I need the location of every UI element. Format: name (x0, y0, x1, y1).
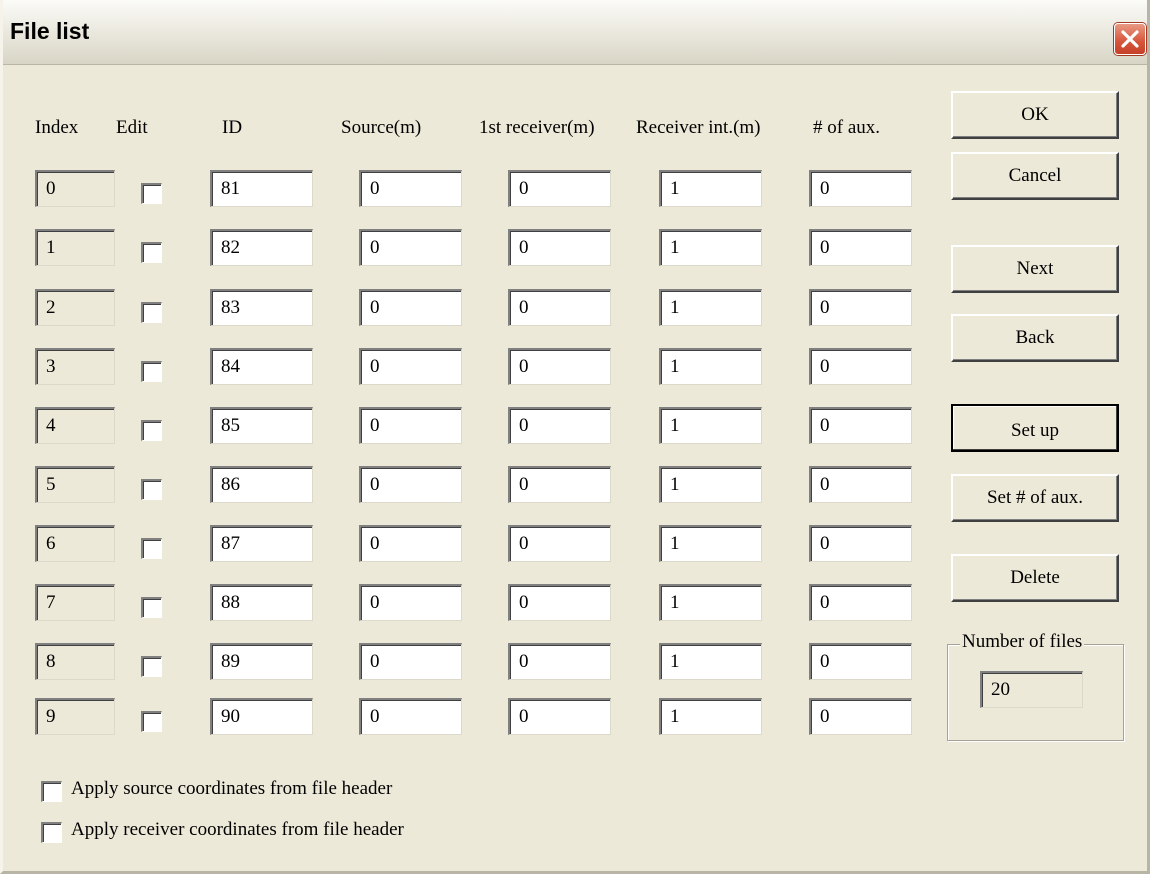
title-bar: File list (3, 0, 1147, 65)
index-field: 9 (35, 698, 115, 735)
id-field[interactable]: 83 (210, 289, 313, 326)
id-field[interactable]: 89 (210, 643, 313, 680)
setup-button[interactable]: Set up (951, 404, 1119, 452)
aux-field[interactable]: 0 (809, 348, 912, 385)
header-first-receiver: 1st receiver(m) (479, 117, 595, 138)
receiver-int-field[interactable]: 1 (659, 584, 762, 621)
receiver-int-field[interactable]: 1 (659, 698, 762, 735)
first-receiver-field[interactable]: 0 (508, 525, 611, 562)
edit-checkbox[interactable] (141, 183, 162, 204)
first-receiver-field[interactable]: 0 (508, 643, 611, 680)
first-receiver-field[interactable]: 0 (508, 407, 611, 444)
aux-field[interactable]: 0 (809, 525, 912, 562)
header-source: Source(m) (341, 117, 422, 138)
receiver-int-field[interactable]: 1 (659, 407, 762, 444)
aux-field[interactable]: 0 (809, 584, 912, 621)
id-field[interactable]: 85 (210, 407, 313, 444)
close-button[interactable] (1114, 23, 1146, 55)
file-list-dialog: File list Index Edit ID Source(m) 1st re… (0, 0, 1150, 874)
first-receiver-field[interactable]: 0 (508, 466, 611, 503)
header-aux: # of aux. (813, 117, 881, 138)
index-field: 2 (35, 289, 115, 326)
first-receiver-field[interactable]: 0 (508, 348, 611, 385)
apply-receiver-label[interactable]: Apply receiver coordinates from file hea… (71, 819, 404, 841)
next-button[interactable]: Next (951, 245, 1119, 293)
source-field[interactable]: 0 (359, 525, 462, 562)
first-receiver-field[interactable]: 0 (508, 170, 611, 207)
delete-button[interactable]: Delete (951, 554, 1119, 602)
window-title: File list (10, 18, 90, 44)
receiver-int-field[interactable]: 1 (659, 170, 762, 207)
source-field[interactable]: 0 (359, 289, 462, 326)
index-field: 3 (35, 348, 115, 385)
edit-checkbox[interactable] (141, 361, 162, 382)
id-field[interactable]: 88 (210, 584, 313, 621)
source-field[interactable]: 0 (359, 348, 462, 385)
aux-field[interactable]: 0 (809, 698, 912, 735)
aux-field[interactable]: 0 (809, 466, 912, 503)
index-field: 8 (35, 643, 115, 680)
edit-checkbox[interactable] (141, 479, 162, 500)
receiver-int-field[interactable]: 1 (659, 229, 762, 266)
close-icon (1121, 30, 1139, 48)
id-field[interactable]: 87 (210, 525, 313, 562)
index-field: 6 (35, 525, 115, 562)
id-field[interactable]: 81 (210, 170, 313, 207)
edit-checkbox[interactable] (141, 538, 162, 559)
source-field[interactable]: 0 (359, 698, 462, 735)
set-aux-button[interactable]: Set # of aux. (951, 474, 1119, 522)
first-receiver-field[interactable]: 0 (508, 584, 611, 621)
aux-field[interactable]: 0 (809, 289, 912, 326)
edit-checkbox[interactable] (141, 656, 162, 677)
index-field: 4 (35, 407, 115, 444)
index-field: 1 (35, 229, 115, 266)
id-field[interactable]: 90 (210, 698, 313, 735)
first-receiver-field[interactable]: 0 (508, 229, 611, 266)
header-receiver-int: Receiver int.(m) (636, 117, 761, 138)
number-of-files-field: 20 (980, 671, 1083, 708)
receiver-int-field[interactable]: 1 (659, 289, 762, 326)
source-field[interactable]: 0 (359, 407, 462, 444)
index-field: 7 (35, 584, 115, 621)
edit-checkbox[interactable] (141, 597, 162, 618)
back-button[interactable]: Back (951, 314, 1119, 362)
header-index: Index (35, 117, 79, 138)
receiver-int-field[interactable]: 1 (659, 466, 762, 503)
receiver-int-field[interactable]: 1 (659, 643, 762, 680)
index-field: 5 (35, 466, 115, 503)
source-field[interactable]: 0 (359, 466, 462, 503)
source-field[interactable]: 0 (359, 229, 462, 266)
ok-button[interactable]: OK (951, 91, 1119, 139)
edit-checkbox[interactable] (141, 242, 162, 263)
aux-field[interactable]: 0 (809, 229, 912, 266)
receiver-int-field[interactable]: 1 (659, 525, 762, 562)
first-receiver-field[interactable]: 0 (508, 289, 611, 326)
first-receiver-field[interactable]: 0 (508, 698, 611, 735)
apply-source-label[interactable]: Apply source coordinates from file heade… (71, 778, 392, 800)
source-field[interactable]: 0 (359, 643, 462, 680)
header-id: ID (222, 117, 243, 138)
id-field[interactable]: 84 (210, 348, 313, 385)
aux-field[interactable]: 0 (809, 170, 912, 207)
cancel-button[interactable]: Cancel (951, 152, 1119, 200)
index-field: 0 (35, 170, 115, 207)
edit-checkbox[interactable] (141, 711, 162, 732)
header-edit: Edit (116, 117, 148, 138)
aux-field[interactable]: 0 (809, 407, 912, 444)
aux-field[interactable]: 0 (809, 643, 912, 680)
number-of-files-label: Number of files (960, 631, 1085, 653)
apply-source-checkbox[interactable] (41, 781, 62, 802)
source-field[interactable]: 0 (359, 170, 462, 207)
receiver-int-field[interactable]: 1 (659, 348, 762, 385)
id-field[interactable]: 82 (210, 229, 313, 266)
apply-receiver-checkbox[interactable] (41, 822, 62, 843)
source-field[interactable]: 0 (359, 584, 462, 621)
edit-checkbox[interactable] (141, 420, 162, 441)
id-field[interactable]: 86 (210, 466, 313, 503)
edit-checkbox[interactable] (141, 302, 162, 323)
